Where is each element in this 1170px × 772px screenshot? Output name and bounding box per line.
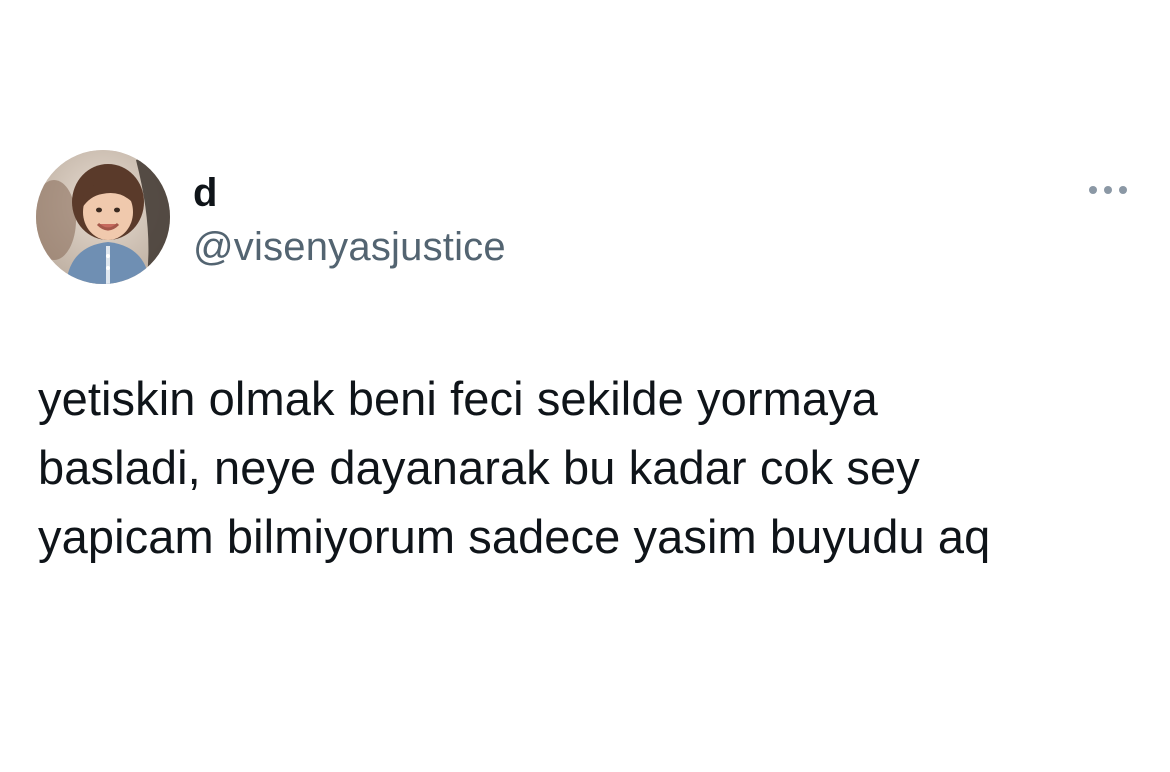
- author-avatar[interactable]: [36, 150, 170, 284]
- more-options-button[interactable]: [1078, 174, 1138, 206]
- avatar-photo-icon: [36, 150, 170, 284]
- tweet-text: yetiskin olmak beni feci sekilde yormaya…: [38, 372, 991, 563]
- author-handle[interactable]: @visenyasjustice: [193, 223, 506, 271]
- more-options-icon: [1089, 186, 1127, 194]
- tweet-card: d @visenyasjustice yetiskin olmak beni f…: [0, 0, 1170, 772]
- author-display-name[interactable]: d: [193, 169, 217, 217]
